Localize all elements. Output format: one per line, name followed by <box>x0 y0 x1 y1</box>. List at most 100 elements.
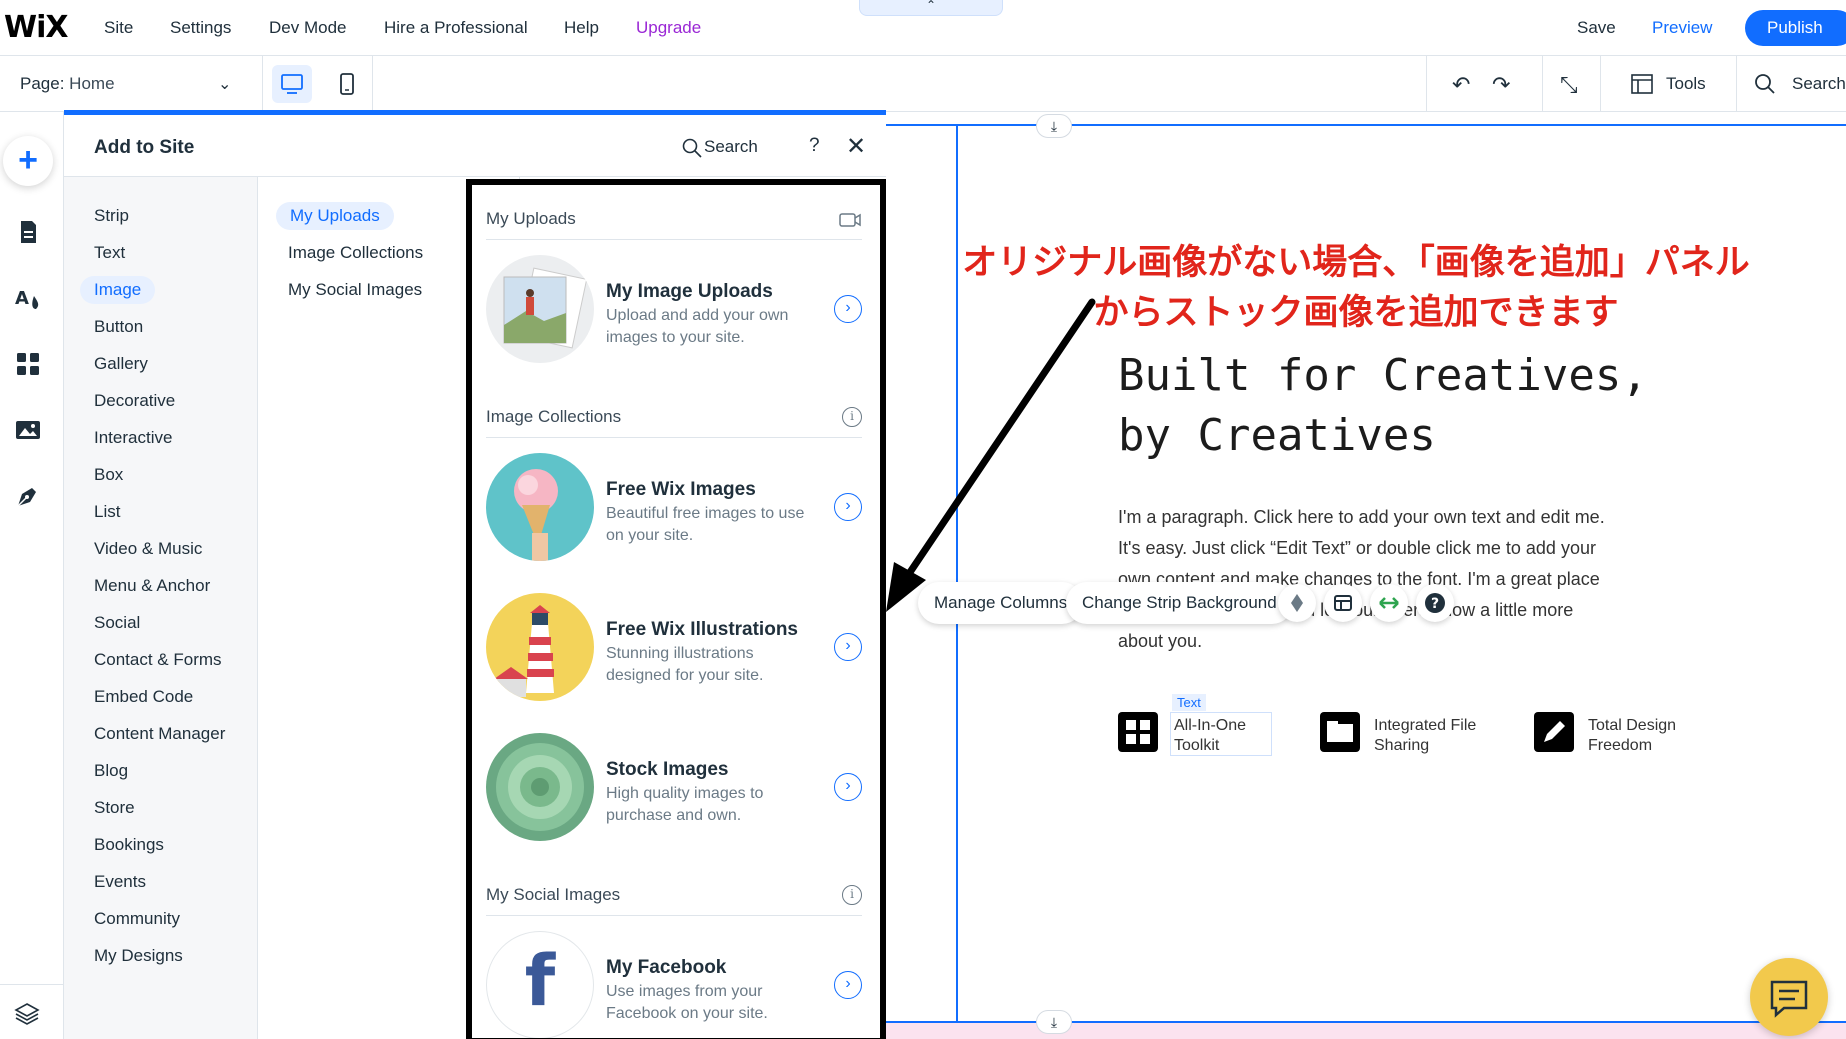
layers-icon[interactable] <box>14 1001 40 1027</box>
search-icon[interactable] <box>1754 73 1776 95</box>
chat-icon <box>1770 980 1808 1018</box>
layout-icon[interactable] <box>1324 584 1362 622</box>
search-button[interactable]: Search <box>1792 74 1846 94</box>
top-bar: WiX Site Settings Dev Mode Hire a Profes… <box>0 0 1846 56</box>
category-button[interactable]: Button <box>94 317 143 337</box>
item-title-my-image-uploads[interactable]: My Image Uploads <box>606 281 773 303</box>
free-wix-illustrations-thumbnail[interactable] <box>486 593 594 701</box>
category-blog[interactable]: Blog <box>94 761 128 781</box>
wix-logo[interactable]: WiX <box>4 10 69 45</box>
item-title-free-wix-illustrations[interactable]: Free Wix Illustrations <box>606 619 798 641</box>
chat-button[interactable] <box>1750 958 1828 1036</box>
apps-icon[interactable] <box>14 350 42 378</box>
category-video-music[interactable]: Video & Music <box>94 539 202 559</box>
category-image[interactable]: Image <box>80 276 156 304</box>
desktop-view-button[interactable] <box>272 65 312 103</box>
category-bookings[interactable]: Bookings <box>94 835 164 855</box>
item-title-free-wix-images[interactable]: Free Wix Images <box>606 479 756 501</box>
nav-site[interactable]: Site <box>104 18 133 38</box>
preview-button[interactable]: Preview <box>1652 18 1712 38</box>
feature-all-in-one-toolkit[interactable]: All-In-One Toolkit <box>1174 716 1270 756</box>
feature-integrated-file-sharing[interactable]: Integrated File Sharing <box>1374 716 1494 756</box>
info-icon[interactable]: i <box>842 407 862 427</box>
stock-images-thumbnail[interactable] <box>486 733 594 841</box>
next-strip-preview <box>886 1023 1846 1039</box>
svg-text:A: A <box>15 288 29 309</box>
collapse-topbar-handle[interactable]: ⌃ <box>859 0 1003 16</box>
subcategory-my-social-images[interactable]: My Social Images <box>288 280 422 300</box>
chevron-down-icon[interactable]: ⌄ <box>218 74 231 94</box>
publish-button[interactable]: Publish <box>1745 10 1846 46</box>
panel-search-button[interactable]: Search <box>704 137 758 157</box>
nav-dev-mode[interactable]: Dev Mode <box>269 18 346 38</box>
undo-icon[interactable]: ↶ <box>1452 72 1470 98</box>
folder-glyph <box>1327 721 1353 742</box>
category-my-designs[interactable]: My Designs <box>94 946 183 966</box>
help-icon[interactable]: ? <box>1416 584 1454 622</box>
video-upload-icon[interactable] <box>838 211 862 229</box>
category-events[interactable]: Events <box>94 872 146 892</box>
nav-hire-professional[interactable]: Hire a Professional <box>384 18 528 38</box>
search-icon[interactable] <box>682 138 702 158</box>
subcategory-my-uploads[interactable]: My Uploads <box>276 202 394 230</box>
save-button[interactable]: Save <box>1577 18 1616 38</box>
facebook-thumbnail[interactable]: f <box>486 931 594 1038</box>
animation-icon[interactable] <box>1278 584 1316 622</box>
chevron-right-icon[interactable]: › <box>834 295 862 323</box>
add-elements-button[interactable]: + <box>3 136 53 186</box>
nav-settings[interactable]: Settings <box>170 18 231 38</box>
category-menu-anchor[interactable]: Menu & Anchor <box>94 576 210 596</box>
category-strip[interactable]: Strip <box>94 206 129 226</box>
hero-heading[interactable]: Built for Creatives, by Creatives <box>1118 346 1648 466</box>
category-interactive[interactable]: Interactive <box>94 428 172 448</box>
close-icon[interactable]: ✕ <box>846 132 866 161</box>
category-gallery[interactable]: Gallery <box>94 354 148 374</box>
category-decorative[interactable]: Decorative <box>94 391 175 411</box>
design-icon[interactable]: A <box>14 284 42 312</box>
anchor-bottom-icon[interactable]: ⤓ <box>1036 1010 1072 1034</box>
help-icon[interactable]: ? <box>809 135 820 157</box>
pen-tool-icon[interactable] <box>14 482 42 510</box>
editor-canvas[interactable]: ⤓ オリジナル画像がない場合、「画像を追加」パネルからストック画像を追加できます… <box>886 112 1846 1039</box>
chevron-right-icon[interactable]: › <box>834 633 862 661</box>
pages-icon[interactable] <box>14 218 42 246</box>
free-wix-images-thumbnail[interactable] <box>486 453 594 561</box>
paragraph-text[interactable]: I'm a paragraph. Click here to add your … <box>1118 502 1618 657</box>
chevron-right-icon[interactable]: › <box>834 493 862 521</box>
my-uploads-thumbnail[interactable] <box>486 255 594 363</box>
page-selector[interactable]: Page: Home <box>20 74 115 94</box>
divider <box>372 56 373 112</box>
change-strip-background-button[interactable]: Change Strip Background <box>1066 582 1293 624</box>
divider <box>486 915 862 916</box>
toolkit-icon <box>1118 712 1158 752</box>
feature-total-design-freedom[interactable]: Total Design Freedom <box>1588 716 1708 756</box>
tools-icon[interactable] <box>1630 72 1654 96</box>
category-box[interactable]: Box <box>94 465 123 485</box>
nav-help[interactable]: Help <box>564 18 599 38</box>
chevron-right-icon[interactable]: › <box>834 773 862 801</box>
subcategory-image-collections[interactable]: Image Collections <box>288 243 423 263</box>
category-contact-forms[interactable]: Contact & Forms <box>94 650 222 670</box>
info-icon[interactable]: i <box>842 885 862 905</box>
category-text[interactable]: Text <box>94 243 125 263</box>
chevron-right-icon[interactable]: › <box>834 971 862 999</box>
redo-icon[interactable]: ↷ <box>1492 72 1510 98</box>
nav-upgrade[interactable]: Upgrade <box>636 18 701 38</box>
mobile-view-button[interactable] <box>332 65 362 103</box>
zoom-out-icon[interactable]: ⤡ <box>1560 72 1578 98</box>
stretch-icon[interactable] <box>1370 584 1408 622</box>
item-title-my-facebook[interactable]: My Facebook <box>606 957 726 979</box>
category-social[interactable]: Social <box>94 613 140 633</box>
item-desc-my-image-uploads: Upload and add your own images to your s… <box>606 307 789 346</box>
category-store[interactable]: Store <box>94 798 135 818</box>
media-icon[interactable] <box>14 416 42 444</box>
category-embed-code[interactable]: Embed Code <box>94 687 193 707</box>
category-content-manager[interactable]: Content Manager <box>94 724 225 744</box>
item-title-stock-images[interactable]: Stock Images <box>606 759 729 781</box>
lighthouse-image <box>486 593 594 701</box>
manage-columns-button[interactable]: Manage Columns <box>918 582 1084 624</box>
category-community[interactable]: Community <box>94 909 180 929</box>
page-selector-value: Home <box>69 74 115 93</box>
category-list[interactable]: List <box>94 502 120 522</box>
tools-button[interactable]: Tools <box>1666 74 1706 94</box>
